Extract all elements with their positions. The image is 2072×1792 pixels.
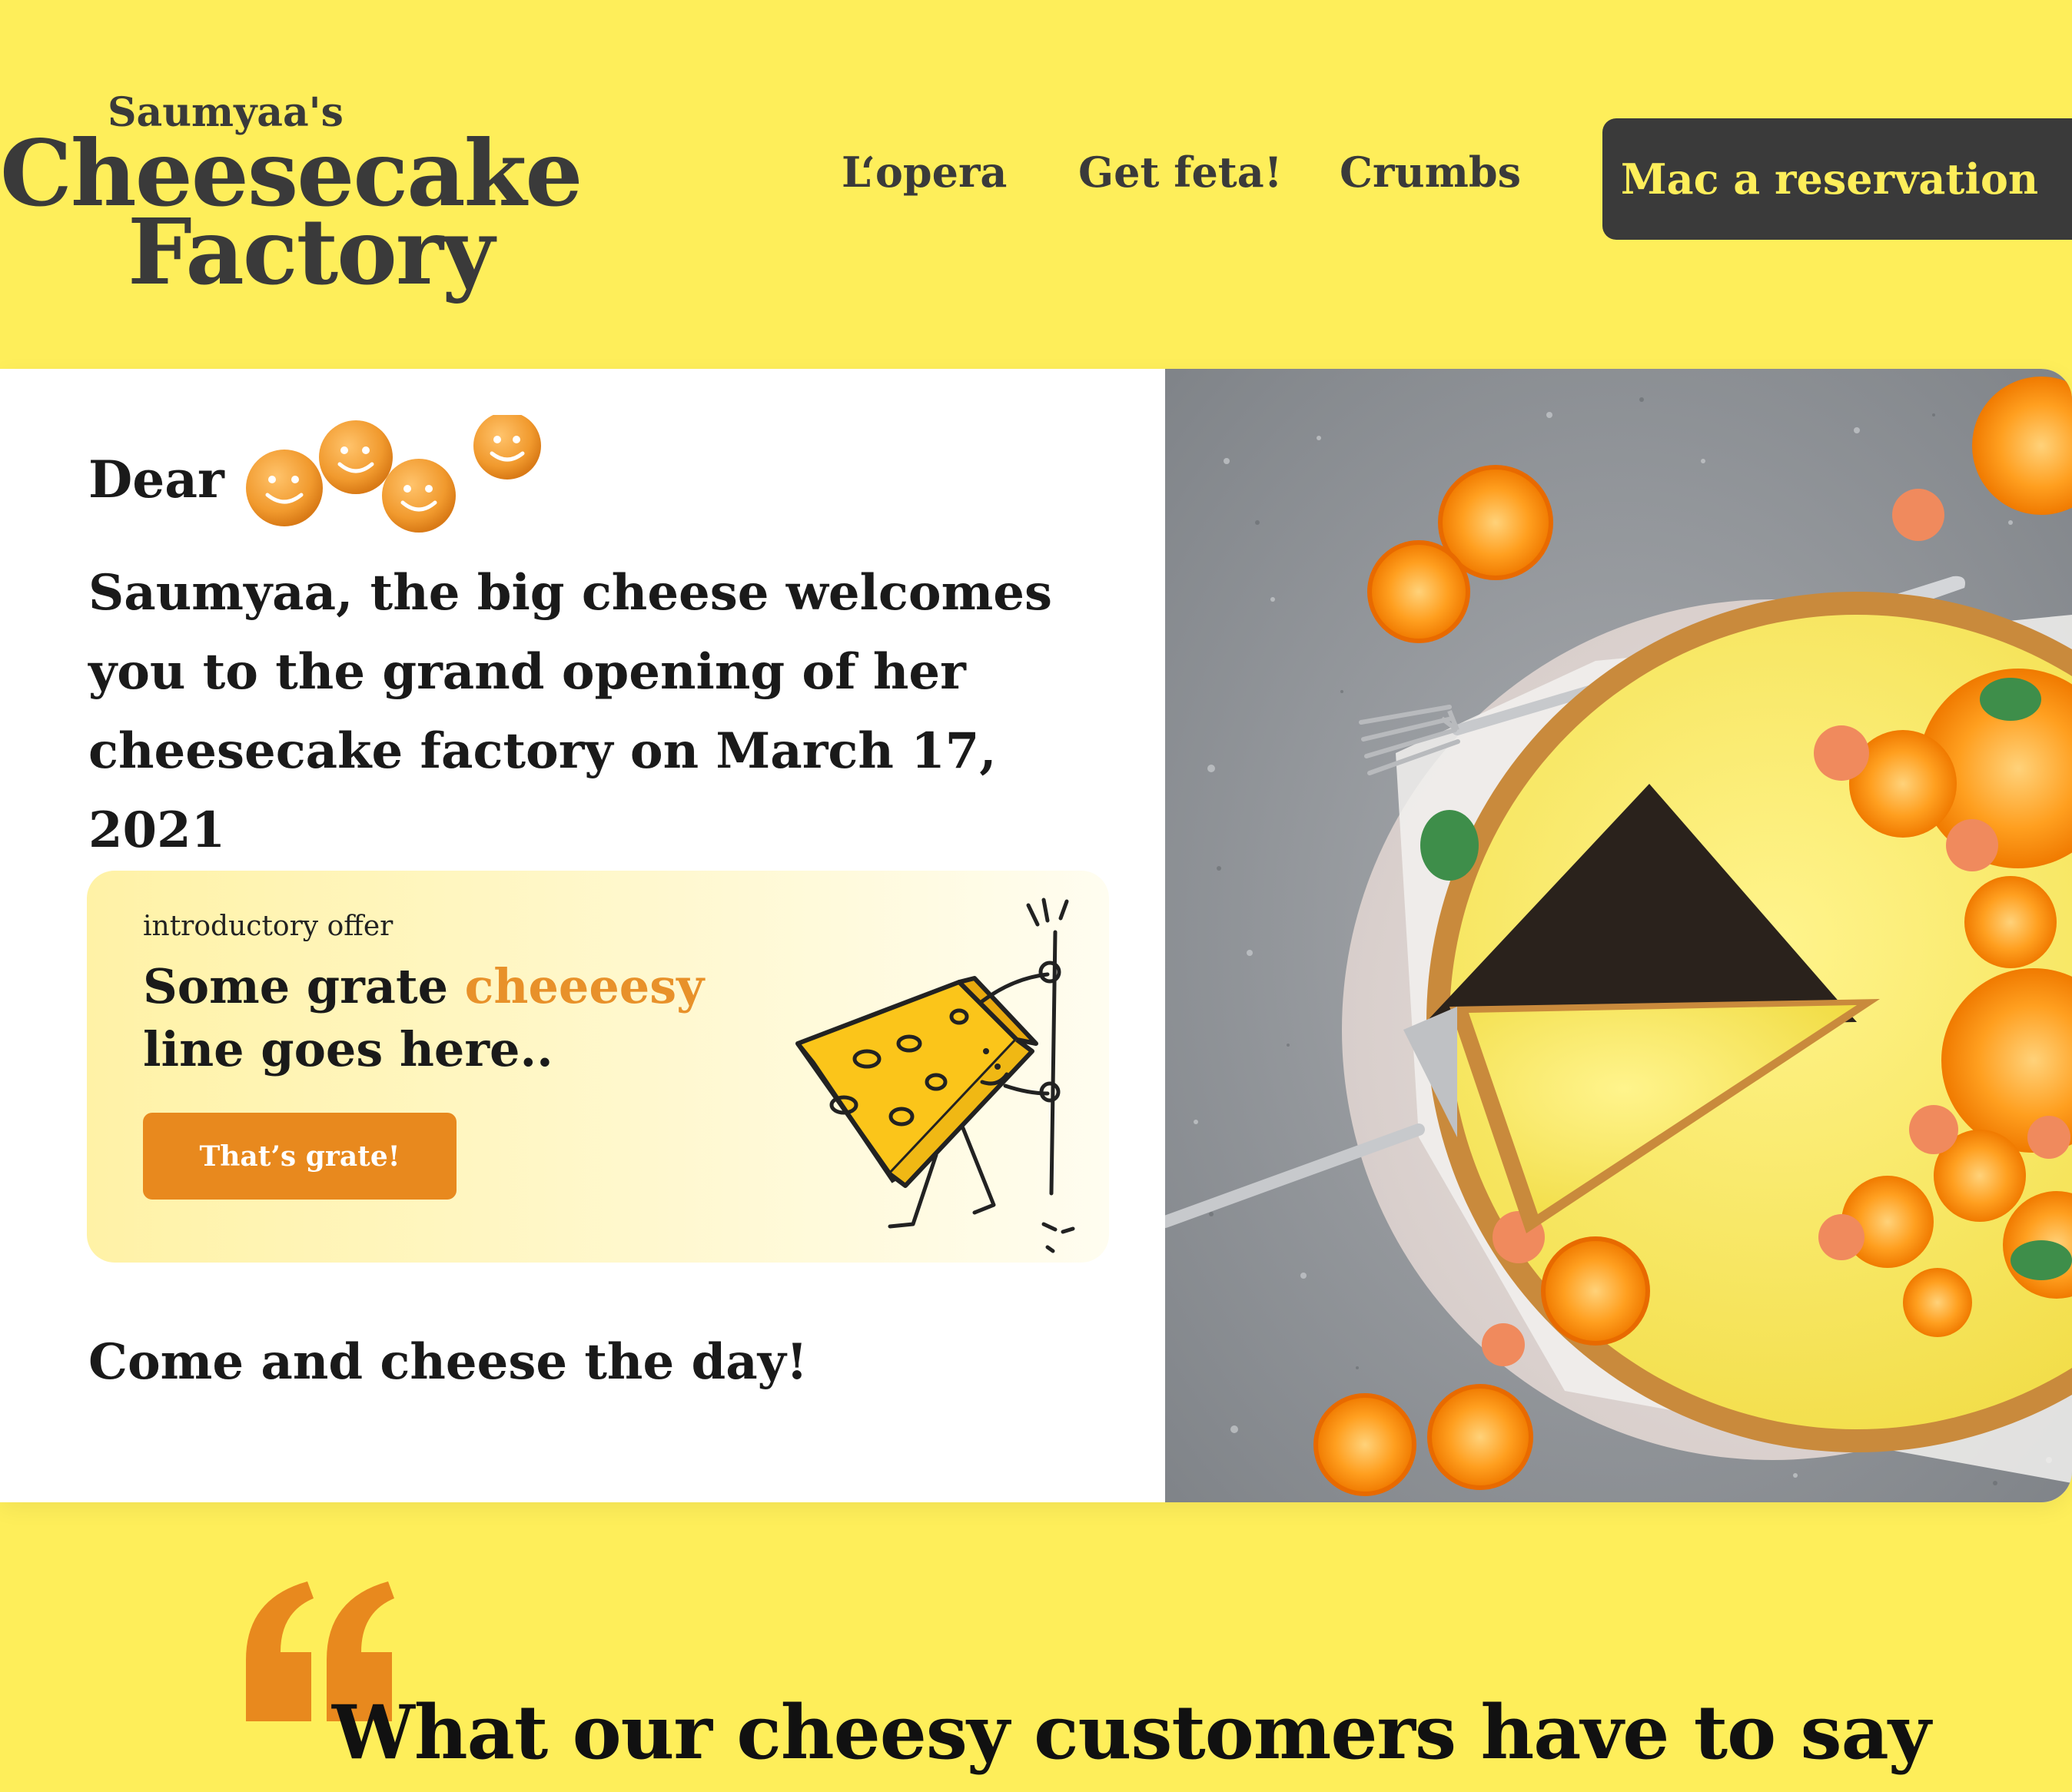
offer-headline: Some grate cheeeesy line goes here.. <box>143 955 758 1081</box>
offer-banner: introductory offer Some grate cheeeesy l… <box>87 871 1109 1263</box>
greeting: Dear <box>88 450 224 509</box>
offer-tag: introductory offer <box>143 911 393 942</box>
thats-grate-button[interactable]: That’s grate! <box>143 1113 457 1200</box>
welcome-message: Saumyaa, the big cheese welcomes you to … <box>88 564 1053 859</box>
offer-headline-end: line goes here.. <box>143 1021 553 1077</box>
closing-line: Come and cheese the day! <box>88 1333 808 1391</box>
testimonials-heading: What our cheesy customers have to say <box>332 1689 1931 1776</box>
cheese-character-drawing <box>795 898 1075 1253</box>
nav-link-get-feta[interactable]: Get feta! <box>1078 148 1282 197</box>
reservation-button[interactable]: Mac a reservation <box>1602 118 2072 240</box>
cheesecake-photo <box>1165 369 2072 1502</box>
nav-link-opera[interactable]: L‘opera <box>842 148 1007 197</box>
invitation-card: Dear Saumyaa, the big cheese welcomes yo… <box>0 369 2072 1502</box>
nav-link-crumbs[interactable]: Crumbs <box>1340 148 1521 197</box>
smiley-cheese-puff-icons <box>246 415 541 533</box>
offer-headline-highlight: cheeeesy <box>464 958 705 1014</box>
brand-logo-line3: Factory <box>128 198 495 305</box>
offer-headline-start: Some grate <box>143 958 465 1014</box>
brand-logo[interactable]: Saumyaa's Cheesecake Factory <box>0 83 583 314</box>
